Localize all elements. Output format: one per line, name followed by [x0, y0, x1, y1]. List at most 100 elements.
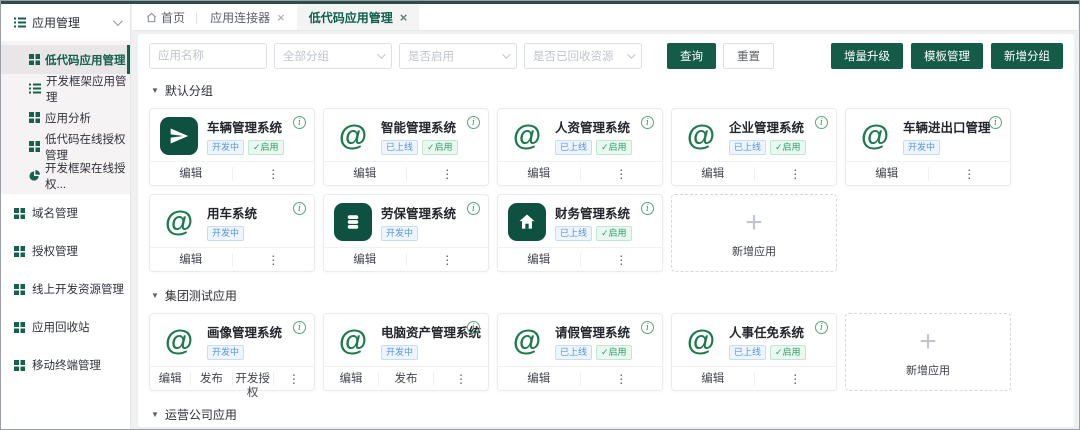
- info-icon[interactable]: i: [815, 321, 828, 334]
- sidebar-item-mobile-terminal[interactable]: 移动终端管理: [1, 346, 130, 384]
- app-card: @ 智能管理系统 已上线✓启用 i 编辑 ⋮: [323, 108, 489, 186]
- app-name: 请假管理系统: [555, 322, 632, 341]
- plus-icon: +: [745, 208, 763, 238]
- info-icon[interactable]: i: [293, 321, 306, 334]
- info-icon[interactable]: i: [467, 321, 480, 334]
- sidebar-item-app-recycle-bin[interactable]: 应用回收站: [1, 308, 130, 346]
- enabled-select[interactable]: 是否启用: [399, 43, 517, 69]
- chevron-down-icon: [627, 50, 635, 58]
- more-actions-button[interactable]: ⋮: [754, 167, 837, 181]
- paper-plane-icon: [160, 117, 198, 155]
- sidebar-item-domain-management[interactable]: 域名管理: [1, 194, 130, 232]
- sidebar-item-app-analysis[interactable]: 应用分析: [1, 103, 130, 132]
- more-actions-button[interactable]: ⋮: [406, 167, 489, 181]
- tab-app-connector[interactable]: 应用连接器 ×: [198, 4, 297, 30]
- info-icon[interactable]: i: [641, 321, 654, 334]
- select-value: 是否启用: [408, 48, 454, 64]
- more-actions-button[interactable]: ⋮: [433, 372, 488, 386]
- more-actions-button[interactable]: ⋮: [273, 372, 314, 386]
- info-icon[interactable]: i: [467, 116, 480, 129]
- grid-icon: [14, 322, 25, 333]
- edit-button[interactable]: 编辑: [324, 372, 378, 386]
- status-tag: 已上线: [729, 140, 766, 155]
- more-actions-button[interactable]: ⋮: [928, 167, 1011, 181]
- sidebar-item-online-dev-resources[interactable]: 线上开发资源管理: [1, 270, 130, 308]
- close-icon[interactable]: ×: [277, 11, 285, 24]
- more-actions-button[interactable]: ⋮: [580, 167, 663, 181]
- more-actions-button[interactable]: ⋮: [580, 372, 663, 386]
- tab-lowcode-app-management[interactable]: 低代码应用管理 ×: [297, 4, 420, 30]
- sidebar-item-lowcode-online-license[interactable]: 低代码在线授权管理: [1, 132, 130, 161]
- reset-button[interactable]: 重置: [723, 43, 774, 69]
- info-icon[interactable]: i: [815, 116, 828, 129]
- group-header[interactable]: ▼ 运营公司应用: [151, 406, 1063, 423]
- edit-button[interactable]: 编辑: [672, 372, 754, 386]
- grid-icon: [29, 141, 40, 152]
- edit-button[interactable]: 编辑: [150, 167, 232, 181]
- info-icon[interactable]: i: [641, 116, 654, 129]
- grid-icon: [29, 54, 40, 65]
- app-card: @ 企业管理系统 已上线✓启用 i 编辑 ⋮: [671, 108, 837, 186]
- sidebar-item-lowcode-app-management[interactable]: 低代码应用管理: [1, 45, 130, 74]
- add-app-label: 新增应用: [732, 243, 776, 259]
- sidebar-item-app-management[interactable]: 应用管理: [1, 4, 130, 41]
- search-button[interactable]: 查询: [667, 43, 716, 69]
- publish-button[interactable]: 发布: [378, 372, 433, 386]
- info-icon[interactable]: i: [989, 116, 1002, 129]
- close-icon[interactable]: ×: [400, 11, 408, 24]
- app-card: @ 车辆进出口管理 开发中 i 编辑 ⋮: [845, 108, 1011, 186]
- info-icon[interactable]: i: [293, 116, 306, 129]
- sidebar: 应用管理 低代码应用管理 开发框架应用管理 应用分析 低代码在线授权管理: [1, 4, 131, 429]
- edit-button[interactable]: 编辑: [324, 253, 406, 267]
- edit-button[interactable]: 编辑: [324, 167, 406, 181]
- recycled-select[interactable]: 是否已回收资源: [524, 43, 642, 69]
- status-tag: 开发中: [207, 345, 244, 360]
- group-header[interactable]: ▼ 集团测试应用: [151, 287, 1063, 304]
- enabled-tag: ✓启用: [770, 345, 806, 360]
- edit-button[interactable]: 编辑: [846, 167, 928, 181]
- sidebar-item-license-management[interactable]: 授权管理: [1, 232, 130, 270]
- tab-home[interactable]: 首页: [132, 4, 195, 30]
- edit-button[interactable]: 编辑: [498, 253, 580, 267]
- more-actions-button[interactable]: ⋮: [406, 253, 489, 267]
- more-actions-button[interactable]: ⋮: [232, 167, 315, 181]
- add-app-card[interactable]: + 新增应用: [845, 313, 1011, 391]
- more-actions-button[interactable]: ⋮: [754, 372, 837, 386]
- sidebar-item-label: 域名管理: [32, 205, 78, 221]
- toolbar-actions: 增量升级 模板管理 新增分组: [831, 43, 1063, 69]
- status-tag: 已上线: [555, 345, 592, 360]
- sidebar-item-framework-online-license[interactable]: 开发框架在线授权...: [1, 161, 130, 190]
- card-grid: 车辆管理系统 开发中✓启用 i 编辑 ⋮ @ 智能管理系统: [149, 108, 1063, 272]
- more-actions-button[interactable]: ⋮: [580, 253, 663, 267]
- status-tag: 开发中: [207, 140, 244, 155]
- dev-authorize-button[interactable]: 开发授权: [232, 372, 273, 386]
- select-value: 是否已回收资源: [533, 48, 614, 64]
- at-logo-icon: @: [160, 203, 198, 241]
- info-icon[interactable]: i: [467, 202, 480, 215]
- incremental-upgrade-button[interactable]: 增量升级: [831, 43, 903, 69]
- add-group-button[interactable]: 新增分组: [991, 43, 1063, 69]
- add-app-card[interactable]: + 新增应用: [671, 194, 837, 272]
- at-logo-icon: @: [160, 322, 198, 360]
- group-header[interactable]: ▼ 默认分组: [151, 82, 1063, 99]
- tab-label: 首页: [161, 9, 185, 26]
- status-tag: 已上线: [555, 226, 592, 241]
- sidebar-submenu: 低代码应用管理 开发框架应用管理 应用分析 低代码在线授权管理 开发框架在线授权…: [1, 41, 130, 194]
- info-icon[interactable]: i: [293, 202, 306, 215]
- publish-button[interactable]: 发布: [190, 372, 231, 386]
- app-name: 企业管理系统: [729, 117, 806, 136]
- app-name: 智能管理系统: [381, 117, 458, 136]
- more-actions-button[interactable]: ⋮: [232, 253, 315, 267]
- list-icon: [29, 83, 41, 94]
- edit-button[interactable]: 编辑: [498, 372, 580, 386]
- template-management-button[interactable]: 模板管理: [911, 43, 983, 69]
- group-select[interactable]: 全部分组: [274, 43, 392, 69]
- edit-button[interactable]: 编辑: [498, 167, 580, 181]
- edit-button[interactable]: 编辑: [150, 372, 190, 386]
- info-icon[interactable]: i: [641, 202, 654, 215]
- edit-button[interactable]: 编辑: [672, 167, 754, 181]
- edit-button[interactable]: 编辑: [150, 253, 232, 267]
- plus-icon: +: [919, 327, 937, 357]
- sidebar-item-framework-app-management[interactable]: 开发框架应用管理: [1, 74, 130, 103]
- app-name-input[interactable]: [149, 43, 267, 69]
